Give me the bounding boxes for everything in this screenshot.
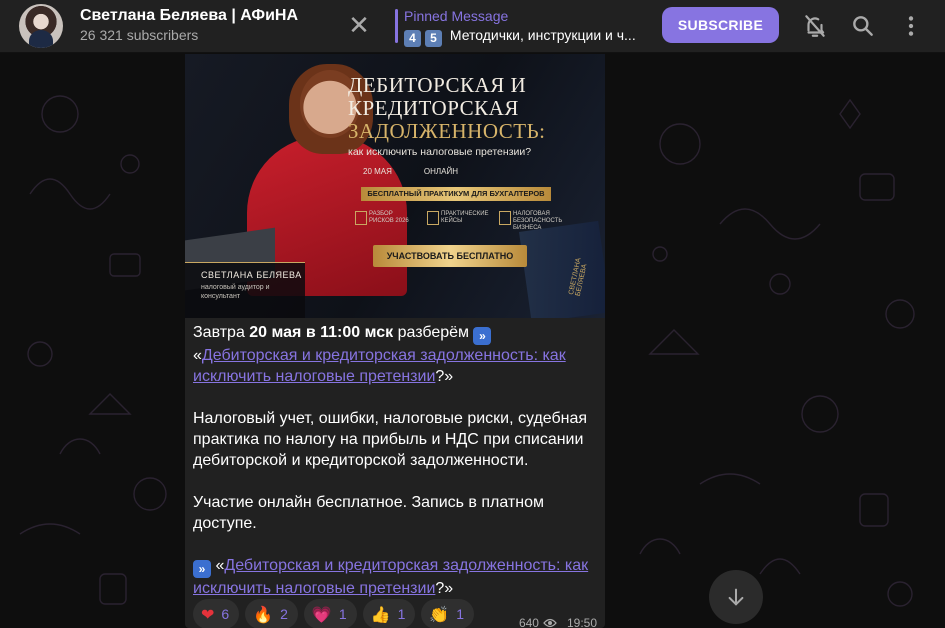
- subscribe-button[interactable]: SUBSCRIBE: [662, 7, 779, 43]
- channel-avatar[interactable]: [19, 4, 63, 48]
- post-paragraph-2: Участие онлайн бесплатное. Запись в плат…: [193, 494, 544, 532]
- eye-icon: [543, 618, 557, 628]
- reaction-thumbs-up[interactable]: 👍 1: [362, 599, 416, 628]
- mute-bell-icon[interactable]: [802, 13, 828, 39]
- keycap-4-icon: 4: [404, 30, 421, 47]
- view-count: 640: [518, 616, 539, 628]
- channel-title[interactable]: Светлана Беляева | АФиНА: [80, 7, 298, 25]
- subscriber-count: 26 321 subscribers: [80, 27, 199, 43]
- post-text: Завтра 20 мая в 11:00 мск разберём » «Де…: [193, 322, 599, 599]
- thumbs-up-icon: 👍: [370, 604, 391, 624]
- banner-format: ОНЛАЙН: [423, 167, 459, 176]
- banner-points: РАЗБОР РИСКОВ 2026 ПРАКТИЧЕСКИЕ КЕЙСЫ НА…: [355, 211, 565, 232]
- keycap-5-icon: 5: [425, 30, 442, 47]
- scroll-down-button[interactable]: [709, 570, 763, 624]
- pinned-label[interactable]: Pinned Message: [404, 8, 508, 24]
- forward-arrow-icon-2: »: [193, 560, 211, 578]
- pinned-message-preview[interactable]: 45 Методички, инструкции и ч...: [404, 27, 644, 47]
- arrow-down-icon: [728, 588, 744, 606]
- reactions-bar: ❤ 6 🔥 2 💗 1 👍 1 👏 1: [193, 599, 475, 628]
- fire-icon: 🔥: [253, 604, 274, 624]
- more-options-icon[interactable]: [898, 13, 924, 39]
- clap-icon: 👏: [429, 604, 450, 624]
- banner-subtitle: как исключить налоговые претензии?: [348, 146, 532, 158]
- channel-post: СВЕТЛАНА БЕЛЯЕВА ДЕБИТОРСКАЯ И КРЕДИТОРС…: [185, 54, 605, 628]
- post-image[interactable]: СВЕТЛАНА БЕЛЯЕВА ДЕБИТОРСКАЯ И КРЕДИТОРС…: [185, 54, 605, 318]
- chat-header: Светлана Беляева | АФиНА 26 321 subscrib…: [0, 0, 945, 53]
- search-icon[interactable]: [850, 13, 876, 39]
- banner-name-card: СВЕТЛАНА БЕЛЯЕВА налоговый аудитор и кон…: [185, 262, 305, 318]
- event-link[interactable]: Дебиторская и кредиторская задолженность…: [193, 347, 566, 385]
- reaction-fire[interactable]: 🔥 2: [245, 599, 298, 628]
- forward-arrow-icon: »: [473, 327, 492, 345]
- reaction-heart-on-fire[interactable]: 💗 1: [303, 599, 357, 628]
- banner-date: 20 МАЯ: [363, 167, 392, 176]
- close-pinned-icon[interactable]: ✕: [347, 12, 371, 38]
- post-meta: 640 19:50: [519, 616, 597, 628]
- event-datetime: 20 мая в 11:00 мск: [249, 324, 394, 341]
- heart-icon: ❤: [201, 604, 215, 624]
- banner-title: ДЕБИТОРСКАЯ И КРЕДИТОРСКАЯ ЗАДОЛЖЕННОСТЬ…: [348, 73, 546, 143]
- pinned-indicator-bar: [395, 9, 398, 43]
- banner-cta: УЧАСТВОВАТЬ БЕСПЛАТНО: [373, 245, 527, 267]
- banner-strip: БЕСПЛАТНЫЙ ПРАКТИКУМ ДЛЯ БУХГАЛТЕРОВ: [361, 187, 551, 201]
- post-paragraph-1: Налоговый учет, ошибки, налоговые риски,…: [193, 410, 588, 469]
- post-time: 19:50: [566, 616, 597, 628]
- reaction-clap[interactable]: 👏 1: [421, 599, 475, 628]
- banner-book: СВЕТЛАНА БЕЛЯЕВА: [518, 220, 605, 318]
- banner-date-format: 20 МАЯ ОНЛАЙН: [363, 167, 458, 176]
- pinned-text: Методички, инструкции и ч...: [449, 27, 636, 43]
- event-link-2[interactable]: Дебиторская и кредиторская задолженность…: [193, 557, 588, 597]
- heart-on-fire-icon: 💗: [311, 604, 332, 624]
- reaction-heart[interactable]: ❤ 6: [193, 599, 240, 628]
